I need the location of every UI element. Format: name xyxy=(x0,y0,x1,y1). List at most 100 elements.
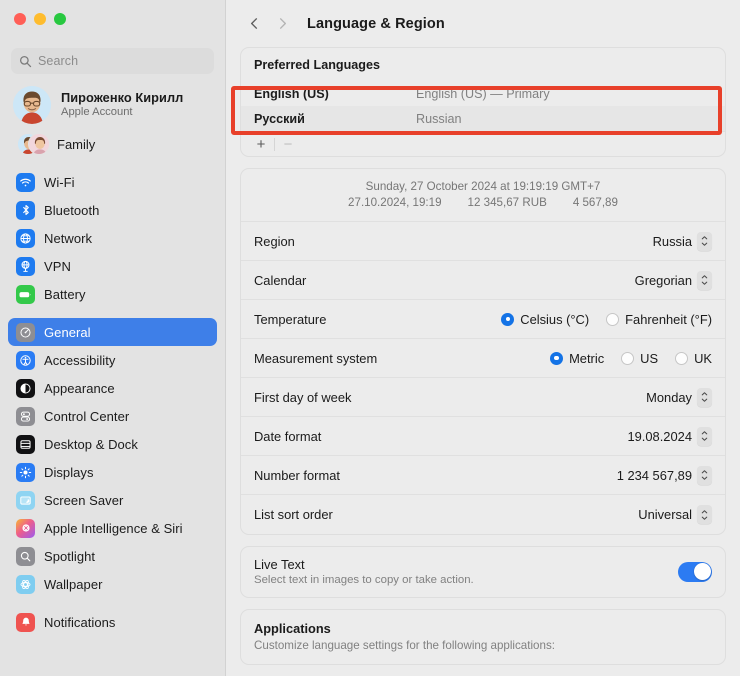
row-label: Temperature xyxy=(254,312,501,327)
row-value: 19.08.2024 xyxy=(627,429,692,444)
sidebar-item-accessibility[interactable]: Accessibility xyxy=(8,346,217,374)
live-text-subtitle: Select text in images to copy or take ac… xyxy=(254,574,678,586)
desktop-dock-icon xyxy=(16,435,35,454)
radio-option-us[interactable]: US xyxy=(621,351,658,366)
sidebar-item-vpn[interactable]: VPN xyxy=(8,252,217,280)
chevron-updown-icon[interactable] xyxy=(697,232,712,251)
sidebar-item-appearance[interactable]: Appearance xyxy=(8,374,217,402)
chevron-updown-icon[interactable] xyxy=(697,427,712,446)
account-name: Пироженко Кирилл xyxy=(61,90,183,106)
row-label: List sort order xyxy=(254,507,638,522)
account-subtitle: Apple Account xyxy=(61,106,183,120)
applications-section: Applications Customize language settings… xyxy=(241,610,725,664)
close-button[interactable] xyxy=(14,13,26,25)
apple-account-item[interactable]: Пироженко Кирилл Apple Account xyxy=(0,74,225,124)
search-input[interactable]: Search xyxy=(11,48,214,74)
row-date-format: Date format 19.08.2024 xyxy=(241,417,725,456)
row-temperature: Temperature Celsius (°C) Fahrenheit (°F) xyxy=(241,300,725,339)
screen-saver-icon xyxy=(16,491,35,510)
search-container: Search xyxy=(0,34,225,74)
account-text: Пироженко Кирилл Apple Account xyxy=(61,90,183,119)
radio-option-uk[interactable]: UK xyxy=(675,351,712,366)
radio-option-fahrenheit[interactable]: Fahrenheit (°F) xyxy=(606,312,712,327)
forward-button[interactable] xyxy=(268,10,296,38)
sidebar-item-control-center[interactable]: Control Center xyxy=(8,402,217,430)
network-icon xyxy=(16,229,35,248)
region-popup[interactable]: Russia xyxy=(653,232,712,251)
sidebar-item-general[interactable]: General xyxy=(8,318,217,346)
accessibility-icon xyxy=(16,351,35,370)
sidebar-item-displays[interactable]: Displays xyxy=(8,458,217,486)
settings-content: Preferred Languages English (US) English… xyxy=(226,47,740,665)
row-label: Number format xyxy=(254,468,617,483)
sidebar-item-label: Spotlight xyxy=(44,549,95,564)
radio-option-metric[interactable]: Metric xyxy=(550,351,604,366)
language-add-remove-bar: + − xyxy=(241,131,725,156)
sidebar-item-desktop-dock[interactable]: Desktop & Dock xyxy=(8,430,217,458)
sidebar-item-spotlight[interactable]: Spotlight xyxy=(8,542,217,570)
radio-option-celsius[interactable]: Celsius (°C) xyxy=(501,312,589,327)
measurement-radio-group: Metric US UK xyxy=(550,351,712,366)
language-description: Russian xyxy=(416,112,462,126)
radio-button[interactable] xyxy=(675,352,688,365)
add-language-button[interactable]: + xyxy=(250,133,272,155)
table-row[interactable]: Русский Russian xyxy=(241,106,725,131)
sidebar-item-label: Apple Intelligence & Siri xyxy=(44,521,183,536)
sidebar-item-battery[interactable]: Battery xyxy=(8,280,217,308)
language-name: Русский xyxy=(254,112,416,126)
sidebar-item-label: Screen Saver xyxy=(44,493,123,508)
row-value: Universal xyxy=(638,507,692,522)
general-icon xyxy=(16,323,35,342)
spotlight-icon xyxy=(16,547,35,566)
window-traffic-lights xyxy=(0,0,225,34)
apple-intelligence-icon xyxy=(16,519,35,538)
row-first-day-of-week: First day of week Monday xyxy=(241,378,725,417)
back-button[interactable] xyxy=(240,10,268,38)
applications-title: Applications xyxy=(254,621,712,636)
sidebar-item-wi-fi[interactable]: Wi-Fi xyxy=(8,168,217,196)
wifi-icon xyxy=(16,173,35,192)
sidebar-item-network[interactable]: Network xyxy=(8,224,217,252)
sidebar-item-bluetooth[interactable]: Bluetooth xyxy=(8,196,217,224)
minimize-button[interactable] xyxy=(34,13,46,25)
chevron-updown-icon[interactable] xyxy=(697,505,712,524)
chevron-updown-icon[interactable] xyxy=(697,388,712,407)
radio-button[interactable] xyxy=(606,313,619,326)
wallpaper-icon xyxy=(16,575,35,594)
sidebar-item-apple-intelligence-siri[interactable]: Apple Intelligence & Siri xyxy=(8,514,217,542)
live-text-labels: Live Text Select text in images to copy … xyxy=(254,557,678,586)
sidebar: Search Пироженко Кирилл Apple Account xyxy=(0,0,226,676)
sidebar-item-label: Wi-Fi xyxy=(44,175,75,190)
list-sort-order-popup[interactable]: Universal xyxy=(638,505,712,524)
sidebar-item-label: Bluetooth xyxy=(44,203,99,218)
sidebar-item-screen-saver[interactable]: Screen Saver xyxy=(8,486,217,514)
family-avatars xyxy=(17,132,47,156)
date-format-popup[interactable]: 19.08.2024 xyxy=(627,427,712,446)
radio-button[interactable] xyxy=(501,313,514,326)
battery-icon xyxy=(16,285,35,304)
sidebar-item-label: Displays xyxy=(44,465,94,480)
remove-language-button[interactable]: − xyxy=(277,133,299,155)
sidebar-item-notifications[interactable]: Notifications xyxy=(8,608,217,636)
zoom-button[interactable] xyxy=(54,13,66,25)
sidebar-item-wallpaper[interactable]: Wallpaper xyxy=(8,570,217,598)
row-region: Region Russia xyxy=(241,222,725,261)
sidebar-item-family[interactable]: Family xyxy=(0,124,225,156)
formats-card: Sunday, 27 October 2024 at 19:19:19 GMT+… xyxy=(240,168,726,535)
chevron-updown-icon[interactable] xyxy=(697,271,712,290)
format-preview-line2: 27.10.2024, 19:19 12 345,67 RUB 4 567,89 xyxy=(241,196,725,209)
toggle-knob xyxy=(694,563,711,580)
number-format-popup[interactable]: 1 234 567,89 xyxy=(617,466,712,485)
table-row[interactable]: English (US) English (US) — Primary xyxy=(241,81,725,106)
radio-button[interactable] xyxy=(550,352,563,365)
live-text-row: Live Text Select text in images to copy … xyxy=(241,547,725,597)
chevron-updown-icon[interactable] xyxy=(697,466,712,485)
row-measurement-system: Measurement system Metric US UK xyxy=(241,339,725,378)
sidebar-item-label: Control Center xyxy=(44,409,129,424)
row-value: Gregorian xyxy=(635,273,692,288)
radio-button[interactable] xyxy=(621,352,634,365)
live-text-toggle[interactable] xyxy=(678,562,712,582)
first-day-popup[interactable]: Monday xyxy=(646,388,712,407)
sidebar-item-label: Desktop & Dock xyxy=(44,437,138,452)
calendar-popup[interactable]: Gregorian xyxy=(635,271,712,290)
